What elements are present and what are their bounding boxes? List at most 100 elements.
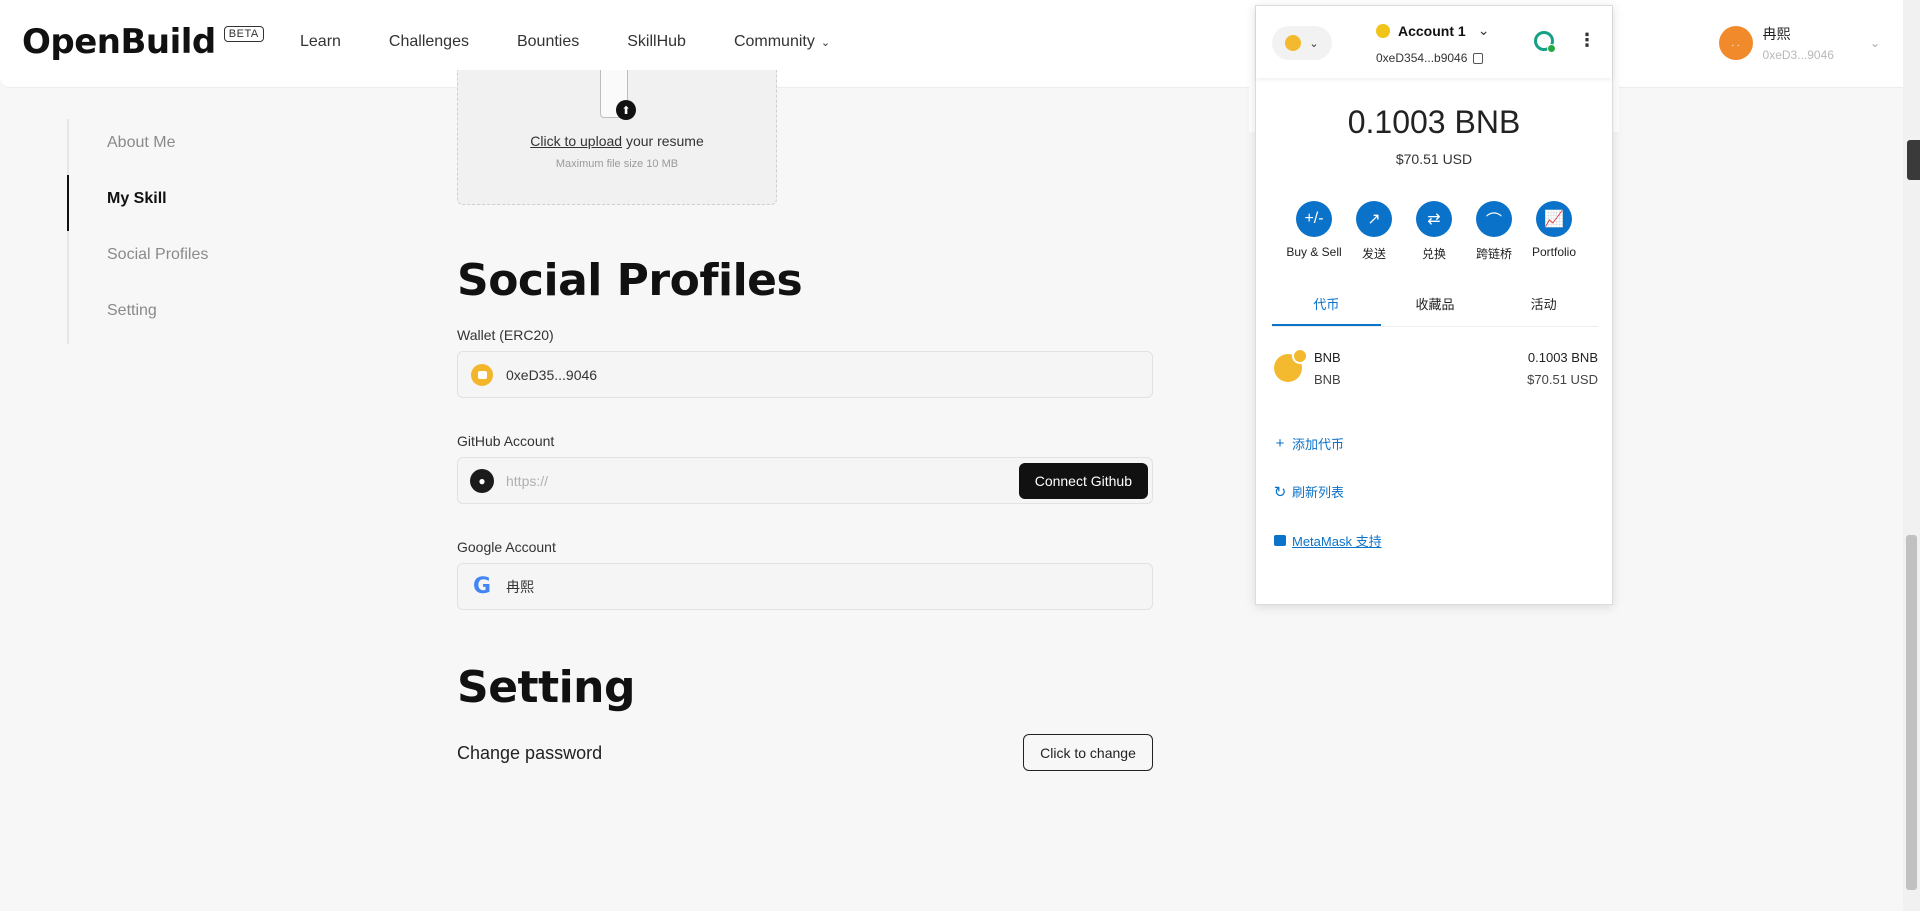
bridge-button[interactable]: ⌒ 跨链桥 [1464, 201, 1524, 262]
change-password-button[interactable]: Click to change [1023, 734, 1153, 771]
balance-amount: 0.1003 BNB [1347, 104, 1521, 140]
tab-activity[interactable]: 活动 [1489, 294, 1598, 326]
user-address: 0xeD3...9046 [1762, 48, 1834, 62]
token-usd: $70.51 USD [1527, 372, 1598, 387]
user-name: 冉熙 [1762, 26, 1791, 42]
wallet-icon [470, 363, 494, 387]
token-row[interactable]: BNB BNB 0.1003 BNB $70.51 USD [1272, 346, 1598, 396]
wallet-field: 0xeD35...9046 [457, 351, 1153, 398]
github-field: ● https:// Connect Github [457, 457, 1153, 504]
logo-text: OpenBuild [22, 22, 216, 62]
wallet-actions: +/- Buy & Sell ↗ 发送 ⇄ 兑换 ⌒ 跨链桥 📈 Portfol… [1284, 201, 1584, 262]
main-nav: Learn Challenges Bounties SkillHub Commu… [300, 33, 878, 51]
copy-icon [1473, 52, 1484, 64]
nav-skillhub[interactable]: SkillHub [627, 33, 686, 51]
account-avatar [1376, 23, 1390, 38]
buy-sell-label: Buy & Sell [1286, 245, 1342, 259]
bridge-label: 跨链桥 [1475, 247, 1512, 261]
scrollbar-thumb[interactable] [1906, 535, 1917, 890]
github-label: GitHub Account [457, 433, 555, 449]
github-icon: ● [470, 468, 494, 493]
nav-bounties[interactable]: Bounties [517, 33, 579, 51]
refresh-list-link[interactable]: ↻ 刷新列表 [1272, 482, 1344, 501]
token-symbol: BNB [1314, 372, 1341, 387]
portfolio-label: Portfolio [1531, 245, 1577, 259]
network-selector[interactable]: ⌄ [1272, 26, 1332, 60]
upload-link[interactable]: Click to upload [530, 133, 622, 149]
top-header: OpenBuild BETA Learn Challenges Bounties… [0, 0, 1920, 88]
add-token-label: 添加代币 [1292, 437, 1345, 452]
google-icon: G [472, 574, 492, 599]
token-amount: 0.1003 BNB [1527, 350, 1598, 365]
tab-collectibles[interactable]: 收藏品 [1381, 294, 1490, 326]
support-label: MetaMask 支持 [1292, 534, 1382, 549]
connected-site-icon[interactable] [1534, 31, 1556, 53]
account-address[interactable]: 0xeD354...b9046 [1376, 51, 1484, 65]
more-options-icon[interactable]: ⋮ [1578, 30, 1596, 51]
upload-size-hint: Maximum file size 10 MB [555, 158, 679, 170]
chevron-down-icon: ⌄ [820, 36, 831, 49]
account-selector[interactable]: Account 1 ⌄ [1376, 22, 1489, 39]
plus-icon: + [1275, 435, 1285, 452]
send-label: 发送 [1361, 247, 1386, 261]
resume-upload-area[interactable]: ⬆ Click to upload your resume Maximum fi… [457, 70, 777, 205]
tab-tokens[interactable]: 代币 [1272, 294, 1381, 326]
send-icon: ↗ [1356, 201, 1392, 237]
account-address-text: 0xeD354...b9046 [1376, 51, 1468, 65]
profile-sidenav: About Me My Skill Social Profiles Settin… [67, 119, 307, 344]
refresh-label: 刷新列表 [1292, 485, 1345, 500]
chevron-down-icon: ⌄ [1477, 22, 1490, 38]
bridge-icon: ⌒ [1476, 201, 1512, 237]
metamask-popup: ⌄ Account 1 ⌄ 0xeD354...b9046 ⋮ 0.1003 B… [1255, 5, 1613, 605]
refresh-icon: ↻ [1273, 483, 1287, 501]
portfolio-icon: 📈 [1536, 201, 1572, 237]
sidenav-setting[interactable]: Setting [107, 302, 157, 320]
openbuild-logo[interactable]: OpenBuild BETA [22, 22, 264, 62]
sidenav-my-skill[interactable]: My Skill [107, 190, 167, 208]
token-name: BNB [1314, 350, 1341, 365]
upload-text-rest: your resume [622, 133, 704, 149]
swap-button[interactable]: ⇄ 兑换 [1404, 201, 1464, 262]
sidenav-social-profiles[interactable]: Social Profiles [107, 246, 208, 264]
connect-github-button[interactable]: Connect Github [1018, 463, 1148, 499]
chevron-down-icon: ⌄ [1309, 37, 1319, 50]
wallet-value: 0xeD35...9046 [506, 366, 598, 383]
beta-badge: BETA [223, 26, 264, 42]
send-button[interactable]: ↗ 发送 [1344, 201, 1404, 262]
buy-sell-icon: +/- [1296, 201, 1332, 237]
change-password-label: Change password [457, 743, 603, 763]
extension-side-tab[interactable] [1907, 140, 1920, 180]
google-label: Google Account [457, 539, 556, 555]
portfolio-button[interactable]: 📈 Portfolio [1524, 201, 1584, 262]
account-name: Account 1 [1398, 22, 1466, 39]
user-menu[interactable]: . . 冉熙 0xeD3...9046 ⌄ [1718, 24, 1880, 62]
avatar: . . [1718, 26, 1753, 60]
github-input[interactable]: https:// [506, 473, 548, 489]
nav-community[interactable]: Community ⌄ [734, 33, 830, 51]
upload-icon: ⬆ [616, 100, 636, 120]
balance-usd: $70.51 USD [1395, 151, 1473, 167]
swap-icon: ⇄ [1416, 201, 1452, 237]
bnb-network-icon [1285, 35, 1302, 51]
active-indicator [67, 175, 69, 231]
bnb-icon [1274, 348, 1308, 382]
chevron-down-icon: ⌄ [1869, 36, 1880, 50]
google-value: 冉熙 [506, 578, 534, 595]
nav-challenges[interactable]: Challenges [389, 33, 469, 51]
section-title-setting: Setting [457, 662, 636, 713]
chat-icon [1274, 535, 1286, 546]
metamask-tabs: 代币 收藏品 活动 [1272, 294, 1598, 327]
page: OpenBuild BETA Learn Challenges Bounties… [0, 0, 1920, 911]
metamask-header: ⌄ Account 1 ⌄ 0xeD354...b9046 ⋮ [1256, 6, 1612, 78]
nav-learn[interactable]: Learn [300, 33, 341, 51]
add-token-link[interactable]: + 添加代币 [1272, 434, 1344, 453]
nav-community-label: Community [733, 33, 815, 50]
google-field: G 冉熙 [457, 563, 1153, 610]
user-info: 冉熙 0xeD3...9046 [1763, 24, 1834, 62]
wallet-label: Wallet (ERC20) [457, 327, 554, 343]
buy-sell-button[interactable]: +/- Buy & Sell [1284, 201, 1344, 262]
metamask-support-link[interactable]: MetaMask 支持 [1272, 531, 1382, 550]
sidenav-about-me[interactable]: About Me [107, 134, 175, 152]
section-title-social: Social Profiles [457, 255, 803, 306]
upload-instructions: Click to upload your resume [458, 133, 776, 149]
